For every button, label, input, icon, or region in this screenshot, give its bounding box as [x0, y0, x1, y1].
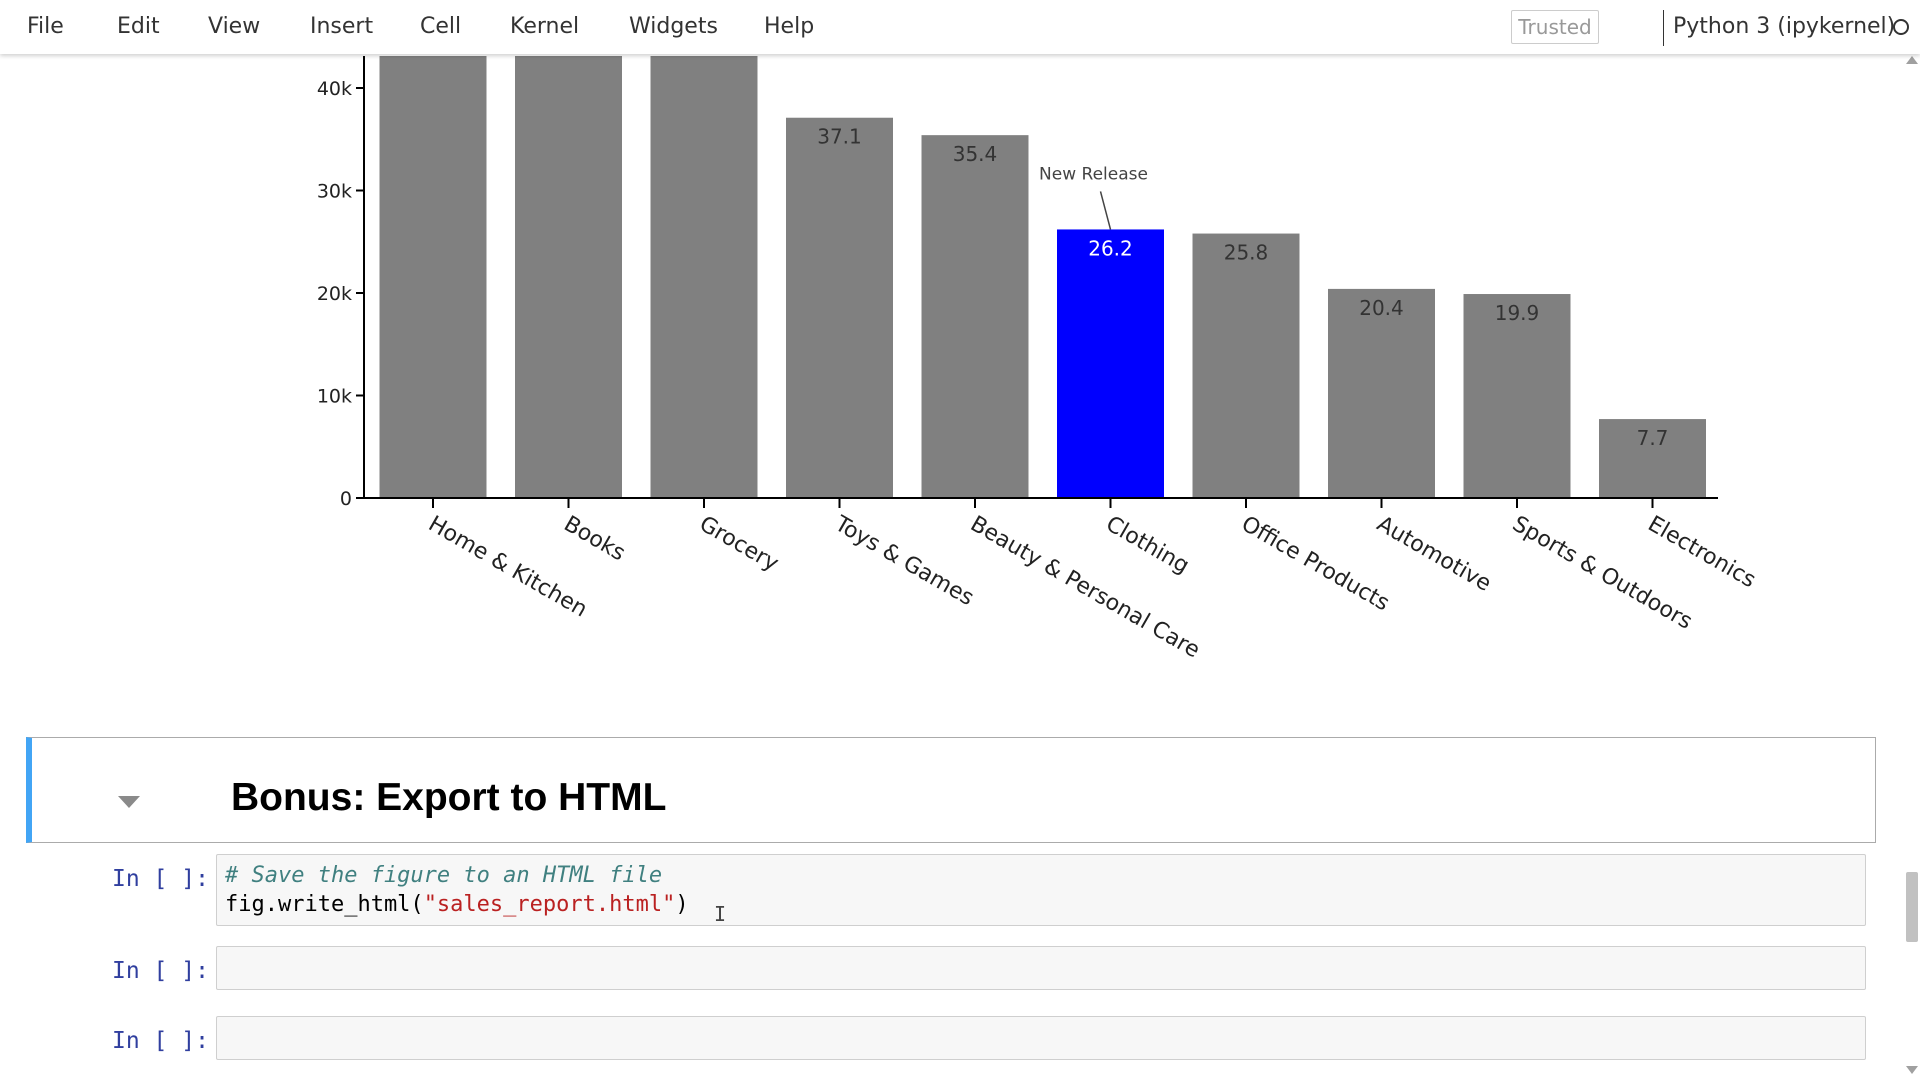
x-tick-label: Automotive: [1373, 512, 1496, 597]
text-cursor-icon: I: [714, 902, 727, 926]
menu-cell[interactable]: Cell: [420, 0, 461, 54]
annotation-arrow: [1099, 191, 1112, 230]
menu-insert[interactable]: Insert: [310, 0, 373, 54]
bar: [921, 135, 1029, 498]
code-input-area[interactable]: # Save the figure to an HTML file fig.wr…: [216, 854, 1866, 926]
bar-value-label: 35.4: [953, 142, 998, 166]
menu-file[interactable]: File: [27, 0, 64, 54]
code-paren: ): [675, 892, 689, 917]
bar: [515, 56, 622, 498]
code-string: "sales_report.html": [423, 892, 676, 917]
y-tick-label: 10k: [317, 386, 352, 408]
bar: [1192, 233, 1300, 499]
bar: [650, 56, 758, 498]
bar: [1057, 229, 1164, 498]
menubar: File Edit View Insert Cell Kernel Widget…: [0, 0, 1920, 54]
kernel-name[interactable]: Python 3 (ipykernel): [1673, 0, 1895, 54]
scroll-down-arrow-icon[interactable]: [1906, 1066, 1918, 1074]
bar: [379, 56, 487, 498]
cell-prompt: In [ ]:: [112, 1028, 209, 1054]
bar-value-label: 37.1: [817, 125, 862, 149]
menu-widgets[interactable]: Widgets: [629, 0, 718, 54]
bar-value-label: 20.4: [1359, 296, 1404, 320]
markdown-cell[interactable]: Bonus: Export to HTML: [26, 737, 1876, 843]
y-axis: 0 10k 20k 30k 40k: [317, 56, 365, 510]
section-heading: Bonus: Export to HTML: [231, 776, 667, 819]
code-input-area[interactable]: [216, 1016, 1866, 1060]
bar-value-label: 25.8: [1224, 241, 1269, 265]
menu-kernel[interactable]: Kernel: [510, 0, 579, 54]
trusted-indicator[interactable]: Trusted: [1511, 10, 1599, 44]
y-tick-label: 0: [340, 488, 352, 510]
x-tick-label: Office Products: [1237, 512, 1393, 617]
x-tick-label: Books: [560, 512, 630, 567]
cell-prompt: In [ ]:: [112, 866, 209, 892]
bar-value-label: 19.9: [1495, 301, 1540, 325]
bar: [1328, 288, 1435, 498]
scroll-thumb[interactable]: [1906, 872, 1918, 942]
kernel-separator: [1663, 10, 1664, 46]
code-line: fig.write_html("sales_report.html"): [225, 892, 689, 917]
kernel-idle-icon: [1893, 19, 1909, 35]
y-tick-label: 20k: [317, 283, 352, 305]
menu-view[interactable]: View: [208, 0, 260, 54]
code-function-call: fig.write_html(: [225, 892, 424, 917]
scroll-up-arrow-icon[interactable]: [1906, 56, 1918, 64]
collapse-heading-icon[interactable]: [118, 796, 140, 808]
cell-prompt: In [ ]:: [112, 958, 209, 984]
menu-help[interactable]: Help: [764, 0, 814, 54]
code-comment: # Save the figure to an HTML file: [225, 863, 663, 888]
annotation-label: New Release: [1039, 164, 1148, 184]
bar-value-label: 26.2: [1088, 236, 1133, 260]
bars: 37.1 35.4 26.2 25.8 20.4 19.9 7.7 New Release: [379, 56, 1706, 499]
x-axis-labels: Home & KitchenBooks Grocery Toys & GamesBe…: [364, 497, 1760, 664]
y-tick-label: 40k: [317, 78, 352, 100]
menu-edit[interactable]: Edit: [117, 0, 160, 54]
x-tick-label: Clothing: [1102, 512, 1194, 579]
x-tick-label: Grocery: [695, 512, 783, 577]
y-tick-label: 30k: [317, 181, 352, 203]
x-tick-label: Electronics: [1644, 512, 1760, 594]
x-tick-label: Beauty & Personal Care: [966, 512, 1204, 664]
bar: [786, 117, 893, 498]
code-input-area[interactable]: [216, 946, 1866, 990]
bar-chart: 0 10k 20k 30k 40k 37.1 35.4 26.2 25.8 20.4 19.9 7.…: [317, 56, 1760, 664]
x-tick-label: Toys & Games: [830, 511, 978, 611]
bar-value-label: 7.7: [1637, 426, 1669, 450]
